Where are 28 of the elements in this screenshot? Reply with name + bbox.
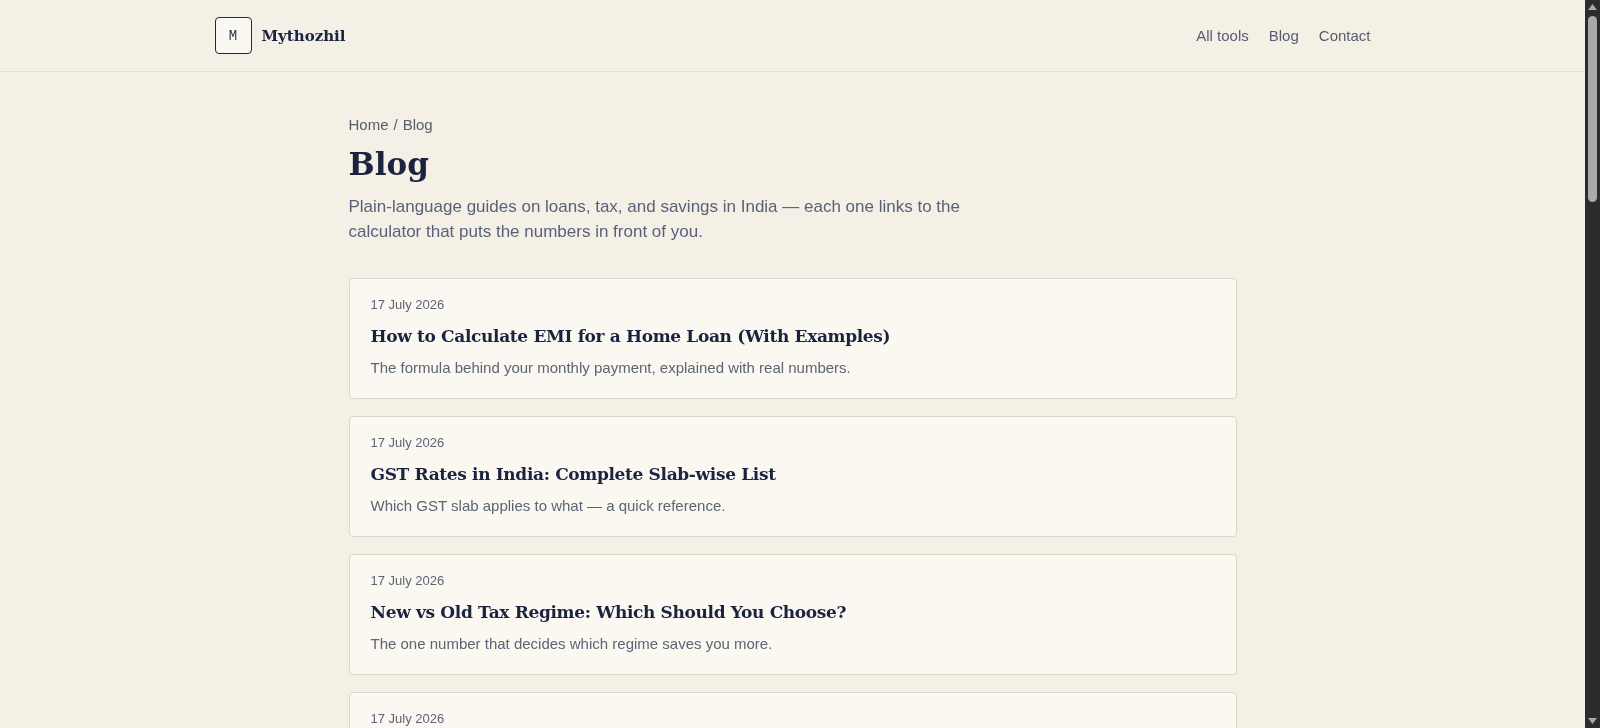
scrollbar[interactable]: [1585, 0, 1600, 728]
scroll-up-arrow-icon[interactable]: [1588, 4, 1597, 10]
post-excerpt: The formula behind your monthly payment, explained with real numbers.: [370, 358, 851, 378]
post-card[interactable]: 17 July 2026 GST Rates in India: Complete Slab-wise List Which GST slab applies to what — a quick reference.: [348, 416, 1237, 537]
post-date: 17 July 2026: [370, 297, 445, 312]
post-date: 17 July 2026: [370, 435, 445, 450]
post-title: New vs Old Tax Regime: Which Should You Choose?: [370, 601, 847, 624]
post-title: GST Rates in India: Complete Slab-wise List: [370, 463, 776, 486]
breadcrumb-current: Blog: [402, 115, 433, 135]
post-card[interactable]: 17 July 2026 How to Calculate EMI for a Home Loan (With Examples) The formula behind your monthly payment, explained with real numbers.: [348, 278, 1237, 399]
post-card[interactable]: 17 July 2026 New vs Old Tax Regime: Which Should You Choose? The one number that decides which regime saves you more.: [348, 554, 1237, 675]
scrollbar-thumb[interactable]: [1588, 16, 1597, 202]
post-date: 17 July 2026: [370, 573, 445, 588]
page-title: Blog: [348, 145, 429, 184]
page-description: Plain-language guides on loans, tax, and savings in India — each one links to the calculator that puts the numbers in front of you.: [348, 196, 961, 243]
logo-mark[interactable]: M: [214, 17, 252, 54]
breadcrumb-separator: /: [393, 115, 398, 135]
post-excerpt: The one number that decides which regime saves you more.: [370, 634, 773, 654]
post-date: 17 July 2026: [370, 711, 445, 726]
nav-link[interactable]: All tools: [1196, 27, 1249, 44]
post-card[interactable]: 17 July 2026: [348, 692, 1237, 728]
post-excerpt: Which GST slab applies to what — a quick reference.: [370, 496, 726, 516]
site-name[interactable]: Mythozhil: [261, 26, 346, 45]
nav-link[interactable]: Contact: [1318, 27, 1371, 44]
post-title: How to Calculate EMI for a Home Loan (With Examples): [370, 325, 891, 348]
scroll-down-arrow-icon[interactable]: [1588, 718, 1597, 724]
nav-link[interactable]: Blog: [1268, 27, 1299, 44]
breadcrumb-link[interactable]: Home: [348, 115, 389, 135]
